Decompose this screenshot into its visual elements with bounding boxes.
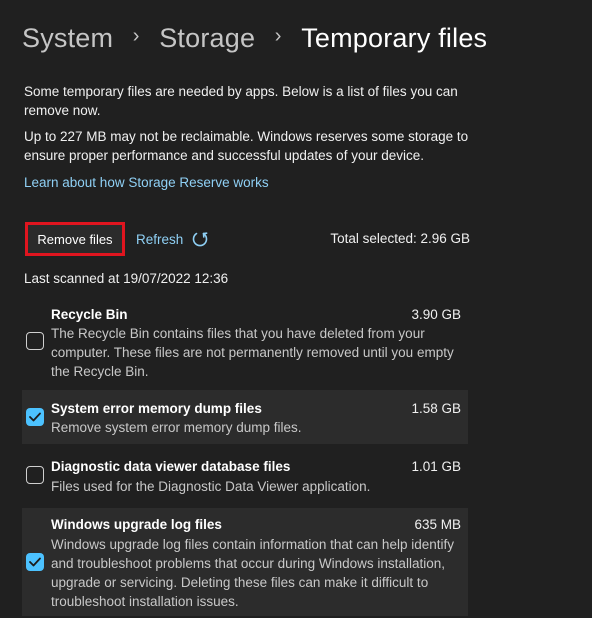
refresh-label: Refresh	[136, 231, 184, 247]
recycle-bin-checkbox[interactable]	[26, 332, 44, 350]
refresh-button[interactable]: Refresh	[136, 230, 209, 248]
item-description: The Recycle Bin contains files that you …	[51, 326, 454, 379]
item-size: 635 MB	[414, 517, 461, 532]
memory-dump-checkbox[interactable]	[26, 408, 44, 426]
item-size: 1.58 GB	[411, 401, 461, 416]
intro-text: Some temporary files are needed by apps.…	[24, 84, 458, 118]
chevron-right-icon: ›	[274, 24, 282, 47]
reserve-text: Up to 227 MB may not be reclaimable. Win…	[24, 129, 469, 163]
refresh-icon	[192, 232, 208, 247]
diagnostic-data-checkbox[interactable]	[26, 466, 44, 484]
item-title: Recycle Bin	[51, 307, 128, 322]
item-size: 3.90 GB	[411, 307, 461, 322]
item-description: Remove system error memory dump files.	[51, 420, 302, 435]
list-item-diagnostic-data[interactable]: Diagnostic data viewer database files 1.…	[22, 449, 468, 503]
item-title: System error memory dump files	[51, 401, 262, 416]
breadcrumb: System › Storage › Temporary files	[22, 18, 487, 58]
last-scanned: Last scanned at 19/07/2022 12:36	[24, 271, 229, 286]
total-selected: Total selected: 2.96 GB	[330, 231, 470, 246]
chevron-right-icon: ›	[132, 24, 140, 47]
item-description: Windows upgrade log files contain inform…	[51, 537, 454, 609]
checkmark-icon	[29, 412, 41, 422]
breadcrumb-storage[interactable]: Storage	[159, 23, 255, 54]
storage-reserve-link[interactable]: Learn about how Storage Reserve works	[24, 175, 269, 190]
item-title: Diagnostic data viewer database files	[51, 459, 291, 474]
remove-files-button[interactable]: Remove files	[25, 222, 125, 256]
list-item-memory-dump[interactable]: System error memory dump files 1.58 GB R…	[22, 390, 468, 444]
item-size: 1.01 GB	[411, 459, 461, 474]
upgrade-logs-checkbox[interactable]	[26, 553, 44, 571]
list-item-upgrade-logs[interactable]: Windows upgrade log files 635 MB Windows…	[22, 508, 468, 616]
checkmark-icon	[29, 557, 41, 567]
breadcrumb-system[interactable]: System	[22, 23, 113, 54]
page-title: Temporary files	[301, 22, 488, 53]
item-title: Windows upgrade log files	[51, 517, 222, 532]
list-item-recycle-bin[interactable]: Recycle Bin 3.90 GB The Recycle Bin cont…	[22, 297, 468, 383]
item-description: Files used for the Diagnostic Data Viewe…	[51, 479, 371, 494]
